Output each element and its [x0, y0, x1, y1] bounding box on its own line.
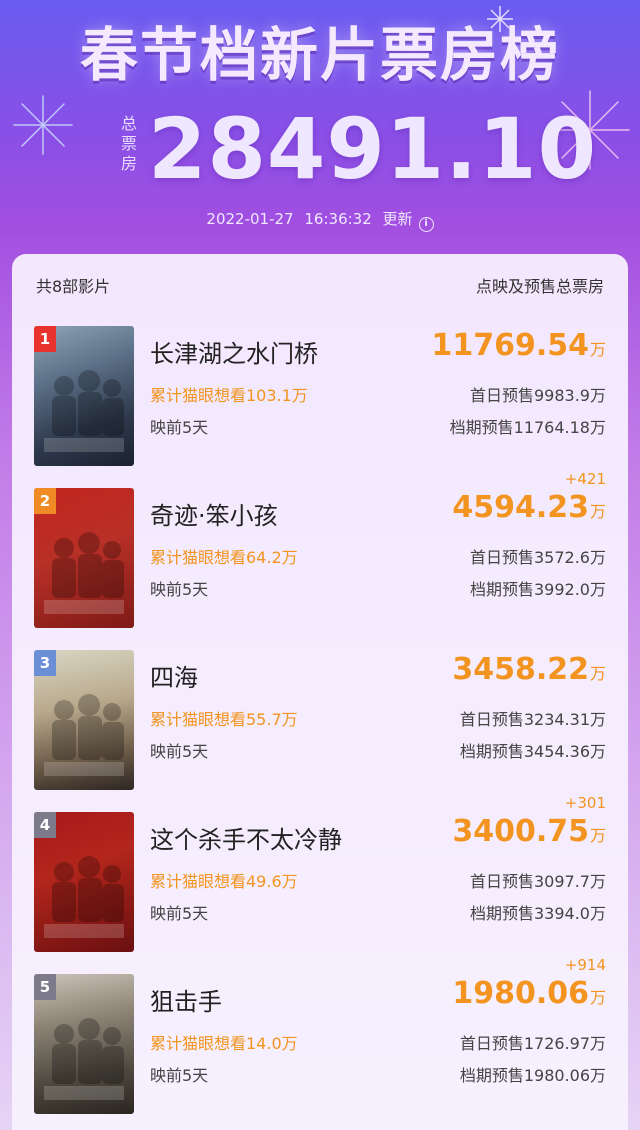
movie-poster[interactable]: 4: [34, 812, 134, 952]
movie-title[interactable]: 奇迹·笨小孩: [150, 496, 278, 531]
rank-badge: 1: [34, 326, 56, 352]
header: 春节档新片票房榜 总票房 28491.10 万 2022-01-27 16:36…: [0, 0, 640, 250]
page-title: 春节档新片票房榜: [79, 21, 560, 89]
period-presale: 档期预售3992.0万: [470, 580, 606, 599]
box-office-unit: 万: [589, 988, 606, 1007]
rank-badge: 4: [34, 812, 56, 838]
box-office-unit: 万: [589, 502, 606, 521]
days-before-release: 映前5天: [150, 1066, 209, 1085]
first-day-presale: 首日预售1726.97万: [459, 1034, 606, 1053]
movie-poster[interactable]: 3: [34, 650, 134, 790]
box-office-value: 4594.23: [452, 490, 589, 525]
update-date: 2022-01-27: [206, 210, 294, 228]
box-office-unit: 万: [589, 664, 606, 683]
box-office: 3458.22万: [452, 652, 606, 687]
box-office: 3400.75万: [452, 814, 606, 849]
rank-badge: 5: [34, 974, 56, 1000]
movie-title[interactable]: 四海: [150, 658, 198, 693]
movie-list: 1 长津湖之水门桥 累计猫眼想看103.1万 映前5天 11769.54万 首日…: [12, 316, 628, 1126]
first-day-presale: 首日预售3234.31万: [459, 710, 606, 729]
box-office-unit: 万: [589, 340, 606, 359]
days-before-release: 映前5天: [150, 742, 209, 761]
box-office-value: 11769.54: [431, 328, 589, 363]
want-to-see: 累计猫眼想看49.6万: [150, 872, 298, 891]
info-icon[interactable]: i: [418, 217, 434, 232]
movie-row[interactable]: 2 奇迹·笨小孩 累计猫眼想看64.2万 映前5天 +421 4594.23万 …: [12, 470, 628, 640]
box-office: 4594.23万: [452, 490, 606, 525]
box-office-value: 3400.75: [452, 814, 589, 849]
movie-title[interactable]: 长津湖之水门桥: [150, 334, 318, 369]
box-delta: +914: [564, 956, 606, 974]
column-header: 点映及预售总票房: [475, 277, 604, 296]
update-row[interactable]: 2022-01-27 16:36:32 更新 i: [0, 208, 640, 232]
first-day-presale: 首日预售3572.6万: [470, 548, 606, 567]
box-office-unit: 万: [589, 826, 606, 845]
ranking-panel: 共8部影片 点映及预售总票房 1 长津湖之水门桥 累计猫眼想看103.1万 映前…: [12, 254, 628, 1130]
rank-badge: 2: [34, 488, 56, 514]
period-presale: 档期预售1980.06万: [459, 1066, 606, 1085]
box-office-value: 3458.22: [452, 652, 589, 687]
movie-count: 共8部影片: [36, 277, 111, 296]
box-office: 1980.06万: [452, 976, 606, 1011]
movie-poster[interactable]: 1: [34, 326, 134, 466]
period-presale: 档期预售3394.0万: [470, 904, 606, 923]
first-day-presale: 首日预售9983.9万: [470, 386, 606, 405]
first-day-presale: 首日预售3097.7万: [470, 872, 606, 891]
update-time: 16:36:32: [304, 210, 372, 228]
want-to-see: 累计猫眼想看55.7万: [150, 710, 298, 729]
period-presale: 档期预售11764.18万: [449, 418, 606, 437]
total-value: 28491.10: [148, 100, 598, 198]
total-box-office: 总票房 28491.10 万: [0, 100, 640, 198]
panel-header: 共8部影片 点映及预售总票房: [12, 254, 628, 316]
movie-row[interactable]: 5 狙击手 累计猫眼想看14.0万 映前5天 +914 1980.06万 首日预…: [12, 956, 628, 1126]
movie-poster[interactable]: 2: [34, 488, 134, 628]
movie-poster[interactable]: 5: [34, 974, 134, 1114]
movie-title[interactable]: 这个杀手不太冷静: [150, 820, 342, 855]
movie-row[interactable]: 3 四海 累计猫眼想看55.7万 映前5天 3458.22万 首日预售3234.…: [12, 640, 628, 802]
movie-row[interactable]: 1 长津湖之水门桥 累计猫眼想看103.1万 映前5天 11769.54万 首日…: [12, 316, 628, 478]
total-unit: 万: [500, 161, 517, 181]
period-presale: 档期预售3454.36万: [459, 742, 606, 761]
want-to-see: 累计猫眼想看14.0万: [150, 1034, 298, 1053]
want-to-see: 累计猫眼想看64.2万: [150, 548, 298, 567]
rank-badge: 3: [34, 650, 56, 676]
movie-title[interactable]: 狙击手: [150, 982, 222, 1017]
box-office-value: 1980.06: [452, 976, 589, 1011]
days-before-release: 映前5天: [150, 580, 209, 599]
want-to-see: 累计猫眼想看103.1万: [150, 386, 308, 405]
update-label: 更新: [382, 210, 413, 228]
box-office: 11769.54万: [431, 328, 606, 363]
total-label: 总票房: [120, 114, 137, 173]
box-delta: +421: [564, 470, 606, 488]
days-before-release: 映前5天: [150, 904, 209, 923]
days-before-release: 映前5天: [150, 418, 209, 437]
box-delta: +301: [564, 794, 606, 812]
movie-row[interactable]: 4 这个杀手不太冷静 累计猫眼想看49.6万 映前5天 +301 3400.75…: [12, 794, 628, 964]
